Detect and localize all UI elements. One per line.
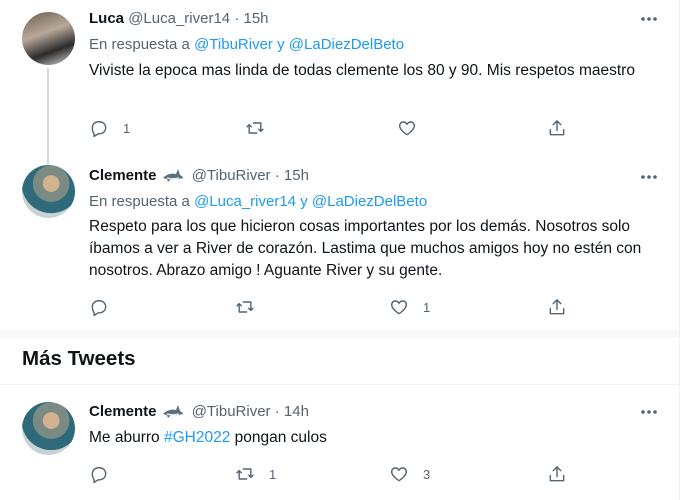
author-name[interactable]: Clemente bbox=[89, 167, 157, 184]
tweet-actions: 1 bbox=[89, 296, 569, 318]
heart-icon bbox=[398, 121, 416, 136]
author-name[interactable]: Luca bbox=[89, 10, 124, 27]
reply-button[interactable] bbox=[89, 463, 123, 485]
reply-prefix: En respuesta a bbox=[89, 193, 190, 210]
mention-link[interactable]: @LaDiezDelBeto bbox=[289, 36, 404, 53]
like-count: 3 bbox=[423, 466, 431, 482]
tweet-text: Viviste la epoca mas linda de todas clem… bbox=[89, 62, 635, 79]
tweet-luca[interactable]: Luca @Luca_river14 · 15h En respuesta a … bbox=[0, 0, 679, 164]
reply-context: En respuesta a @TibuRiver y @LaDiezDelBe… bbox=[89, 35, 404, 55]
mention-link[interactable]: @Luca_river14 bbox=[194, 193, 296, 210]
reply-icon bbox=[91, 121, 107, 138]
reply-join: y bbox=[300, 193, 308, 210]
tweet-clemente-reply[interactable]: Clemente @TibuRiver · 15h En respuesta a… bbox=[0, 150, 679, 330]
author-name[interactable]: Clemente bbox=[89, 403, 157, 420]
like-count: 1 bbox=[423, 299, 431, 315]
like-button[interactable]: 3 bbox=[389, 463, 430, 485]
tweet-text-start: Me aburro bbox=[89, 429, 160, 446]
timestamp[interactable]: 15h bbox=[243, 10, 268, 27]
shark-emoji-icon bbox=[162, 167, 184, 189]
timestamp[interactable]: 15h bbox=[284, 167, 309, 184]
share-button[interactable] bbox=[547, 296, 567, 318]
reply-prefix: En respuesta a bbox=[89, 36, 190, 53]
tweet-actions: 1 bbox=[89, 117, 569, 139]
more-options-icon[interactable] bbox=[640, 10, 658, 28]
mention-link[interactable]: @TibuRiver bbox=[194, 36, 273, 53]
heart-icon bbox=[390, 467, 408, 482]
hashtag-link[interactable]: #GH2022 bbox=[164, 429, 230, 446]
share-button[interactable] bbox=[547, 463, 567, 485]
share-icon bbox=[549, 120, 565, 136]
reply-count: 1 bbox=[123, 120, 131, 136]
reply-join: y bbox=[277, 36, 285, 53]
shark-emoji-icon bbox=[162, 403, 184, 425]
retweet-icon bbox=[236, 301, 254, 313]
reply-context: En respuesta a @Luca_river14 y @LaDiezDe… bbox=[89, 192, 427, 212]
retweet-count: 1 bbox=[269, 466, 277, 482]
retweet-icon bbox=[236, 468, 254, 480]
retweet-icon bbox=[246, 122, 264, 134]
separator-dot: · bbox=[234, 10, 240, 27]
reply-button[interactable] bbox=[89, 296, 123, 318]
reply-icon bbox=[91, 300, 107, 317]
separator-dot: · bbox=[274, 403, 280, 420]
like-button[interactable] bbox=[397, 117, 431, 139]
retweet-button[interactable] bbox=[245, 117, 279, 139]
reply-button[interactable]: 1 bbox=[89, 117, 130, 139]
tweet-clemente[interactable]: Clemente @TibuRiver · 14h Me aburro #GH2… bbox=[0, 385, 679, 500]
timeline: Luca @Luca_river14 · 15h En respuesta a … bbox=[0, 0, 680, 500]
author-handle[interactable]: @TibuRiver bbox=[192, 403, 271, 420]
section-separator bbox=[0, 330, 679, 338]
section-title: Más Tweets bbox=[22, 347, 136, 370]
avatar[interactable] bbox=[22, 12, 75, 65]
author-handle[interactable]: @TibuRiver bbox=[192, 167, 271, 184]
reply-icon bbox=[91, 467, 107, 484]
author-handle[interactable]: @Luca_river14 bbox=[128, 10, 230, 27]
tweet-header: Clemente @TibuRiver · 14h bbox=[89, 402, 309, 425]
retweet-button[interactable]: 1 bbox=[235, 463, 276, 485]
retweet-button[interactable] bbox=[235, 296, 269, 318]
heart-icon bbox=[390, 300, 408, 315]
tweet-header: Clemente @TibuRiver · 15h bbox=[89, 166, 309, 189]
timestamp[interactable]: 14h bbox=[284, 403, 309, 420]
share-icon bbox=[549, 299, 565, 315]
avatar[interactable] bbox=[22, 165, 75, 218]
mention-link[interactable]: @LaDiezDelBeto bbox=[312, 193, 427, 210]
more-options-icon[interactable] bbox=[640, 168, 658, 186]
tweet-text: Respeto para los que hicieron cosas impo… bbox=[89, 218, 642, 279]
tweet-text-end: pongan culos bbox=[234, 429, 327, 446]
like-button[interactable]: 1 bbox=[389, 296, 430, 318]
more-options-icon[interactable] bbox=[640, 403, 658, 421]
avatar[interactable] bbox=[22, 402, 75, 455]
share-icon bbox=[549, 466, 565, 482]
share-button[interactable] bbox=[547, 117, 567, 139]
tweet-text: Me aburro #GH2022 pongan culos bbox=[89, 427, 659, 449]
separator-dot: · bbox=[274, 167, 280, 184]
tweet-header: Luca @Luca_river14 · 15h bbox=[89, 9, 269, 29]
tweet-actions: 1 3 bbox=[89, 463, 569, 485]
